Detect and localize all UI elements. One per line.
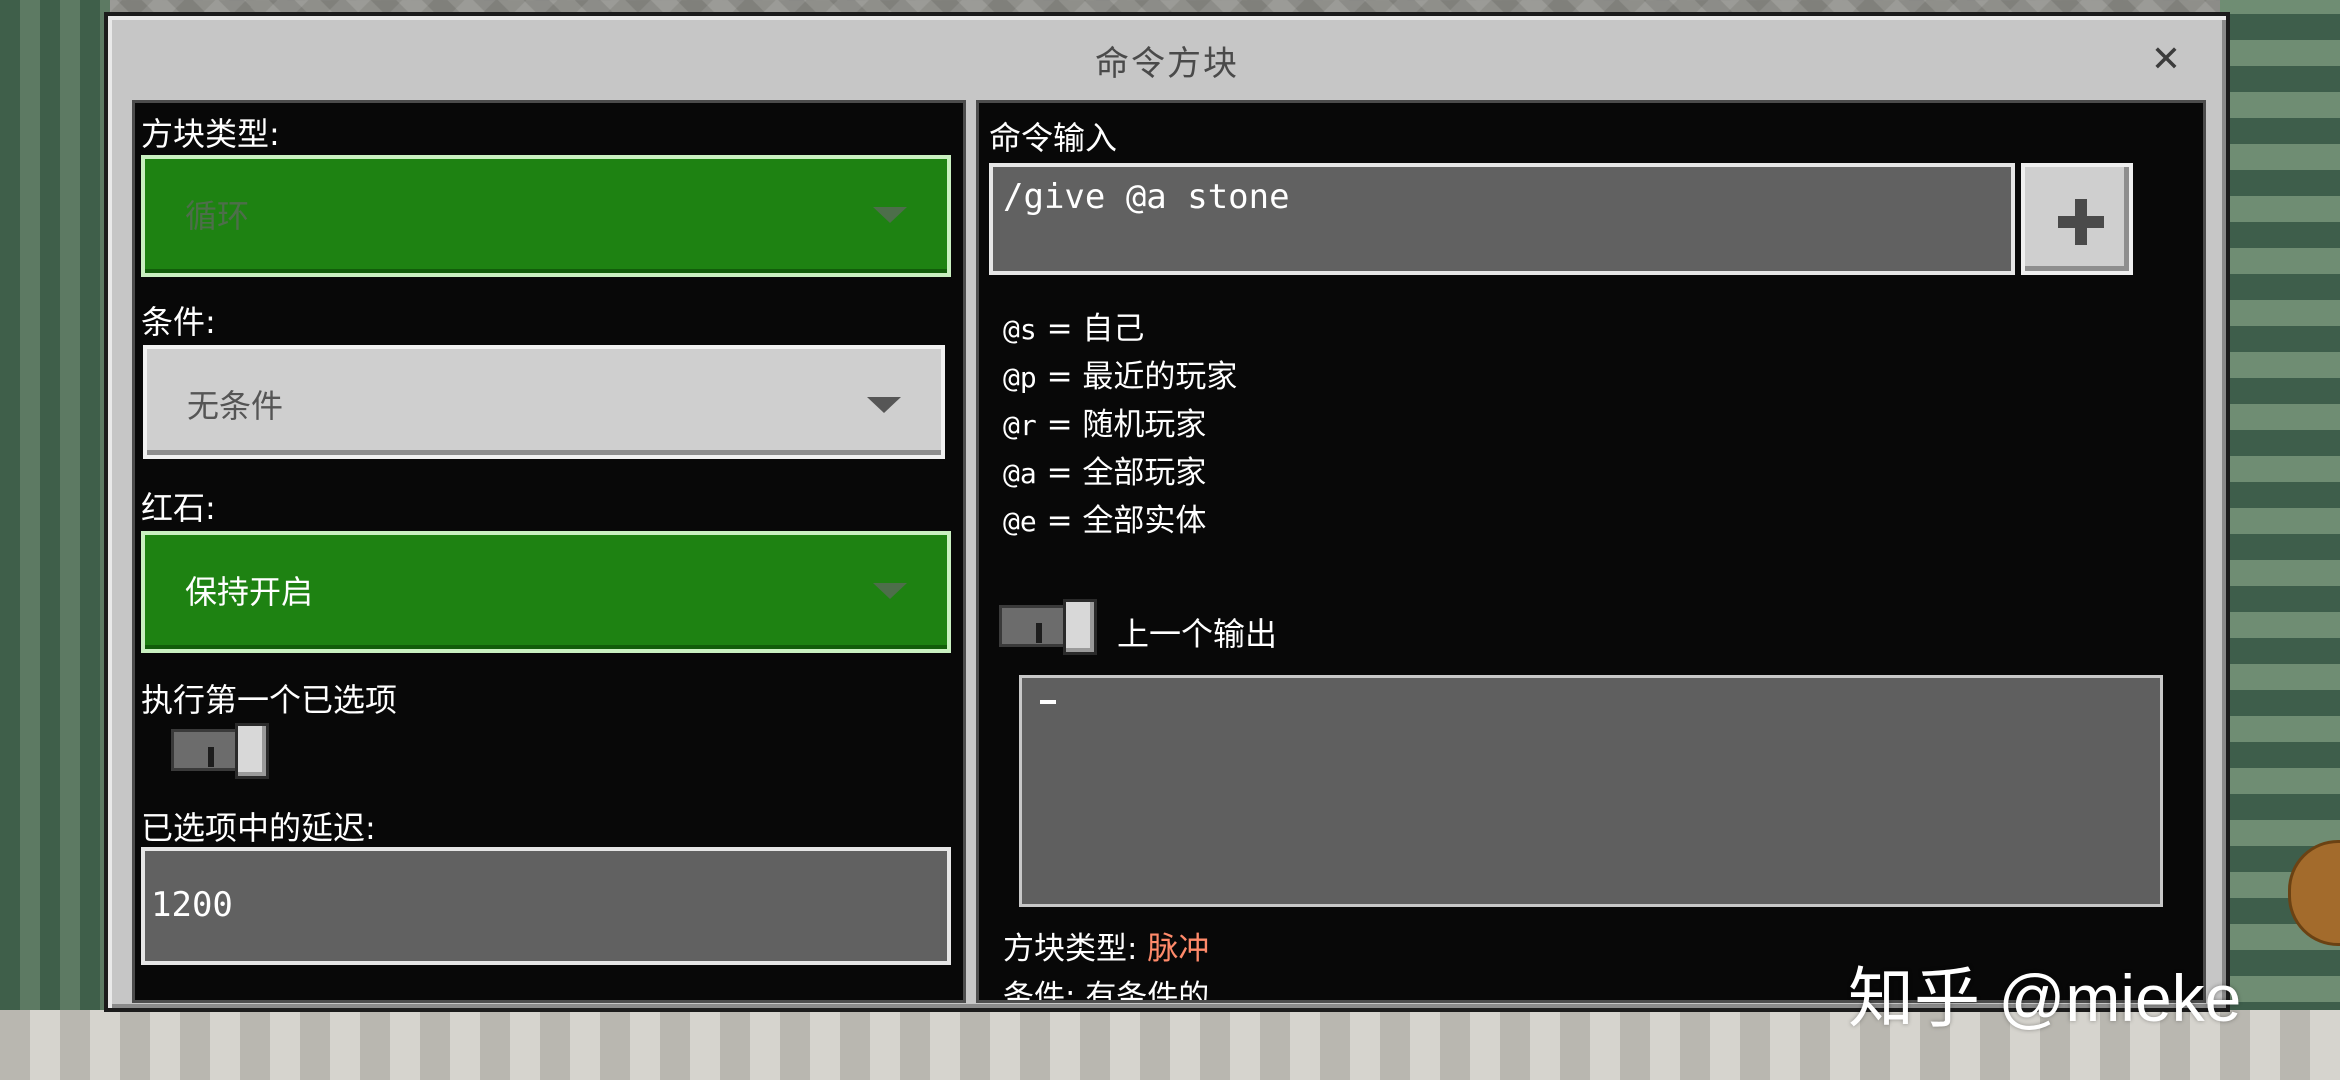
command-input-label: 命令输入 [989,119,1118,157]
chevron-down-icon [873,583,907,599]
block-type-dropdown[interactable]: 循环 [141,155,951,277]
text-cursor [1040,700,1056,704]
toggle-knob [235,723,269,779]
settings-panel: 方块类型: 循环 条件: 无条件 红石: 保持开启 执行第一个已选项 已选项中的… [132,100,966,1003]
block-type-value: 循环 [185,197,250,235]
execute-first-toggle[interactable] [171,723,269,779]
block-type-label: 方块类型: [141,115,280,153]
redstone-label: 红石: [141,489,216,527]
previous-output-box[interactable] [1019,675,2163,907]
previous-output-toggle[interactable] [999,599,1097,655]
chevron-down-icon [867,397,901,413]
condition-value: 无条件 [187,387,284,425]
selector-hint: @a = 全部玩家 [1003,455,1207,491]
execute-first-label: 执行第一个已选项 [141,681,398,719]
command-input[interactable]: /give @a stone [989,163,2015,275]
watermark: 知乎 @mieke [1848,961,2242,1035]
toggle-knob [1063,599,1097,655]
redstone-dropdown[interactable]: 保持开启 [141,531,951,653]
condition-label: 条件: [141,303,216,341]
selector-hint: @s = 自己 [1003,311,1145,347]
previous-output-label: 上一个输出 [1117,615,1278,653]
condition-dropdown[interactable]: 无条件 [143,345,945,459]
command-panel: 命令输入 /give @a stone @s = 自己 @p = 最近的玩家 @… [976,100,2206,1003]
delay-input[interactable]: 1200 [141,847,951,965]
selector-hint: @r = 随机玩家 [1003,407,1207,443]
close-icon[interactable]: ✕ [2144,38,2188,82]
selector-hint: @p = 最近的玩家 [1003,359,1238,395]
status-condition: 条件: 有条件的 [1003,979,1210,1003]
selector-hint: @e = 全部实体 [1003,503,1207,539]
background-left-blocks [0,0,110,1080]
status-block-type: 方块类型: 脉冲 [1003,931,1210,967]
redstone-value: 保持开启 [185,573,314,611]
window-title: 命令方块 [1095,44,1239,84]
delay-label: 已选项中的延迟: [141,809,376,847]
chevron-down-icon [873,207,907,223]
command-block-window: 命令方块 ✕ 方块类型: 循环 条件: 无条件 红石: 保持开启 执行第一个已选… [104,12,2230,1012]
plus-icon[interactable] [2021,163,2133,275]
